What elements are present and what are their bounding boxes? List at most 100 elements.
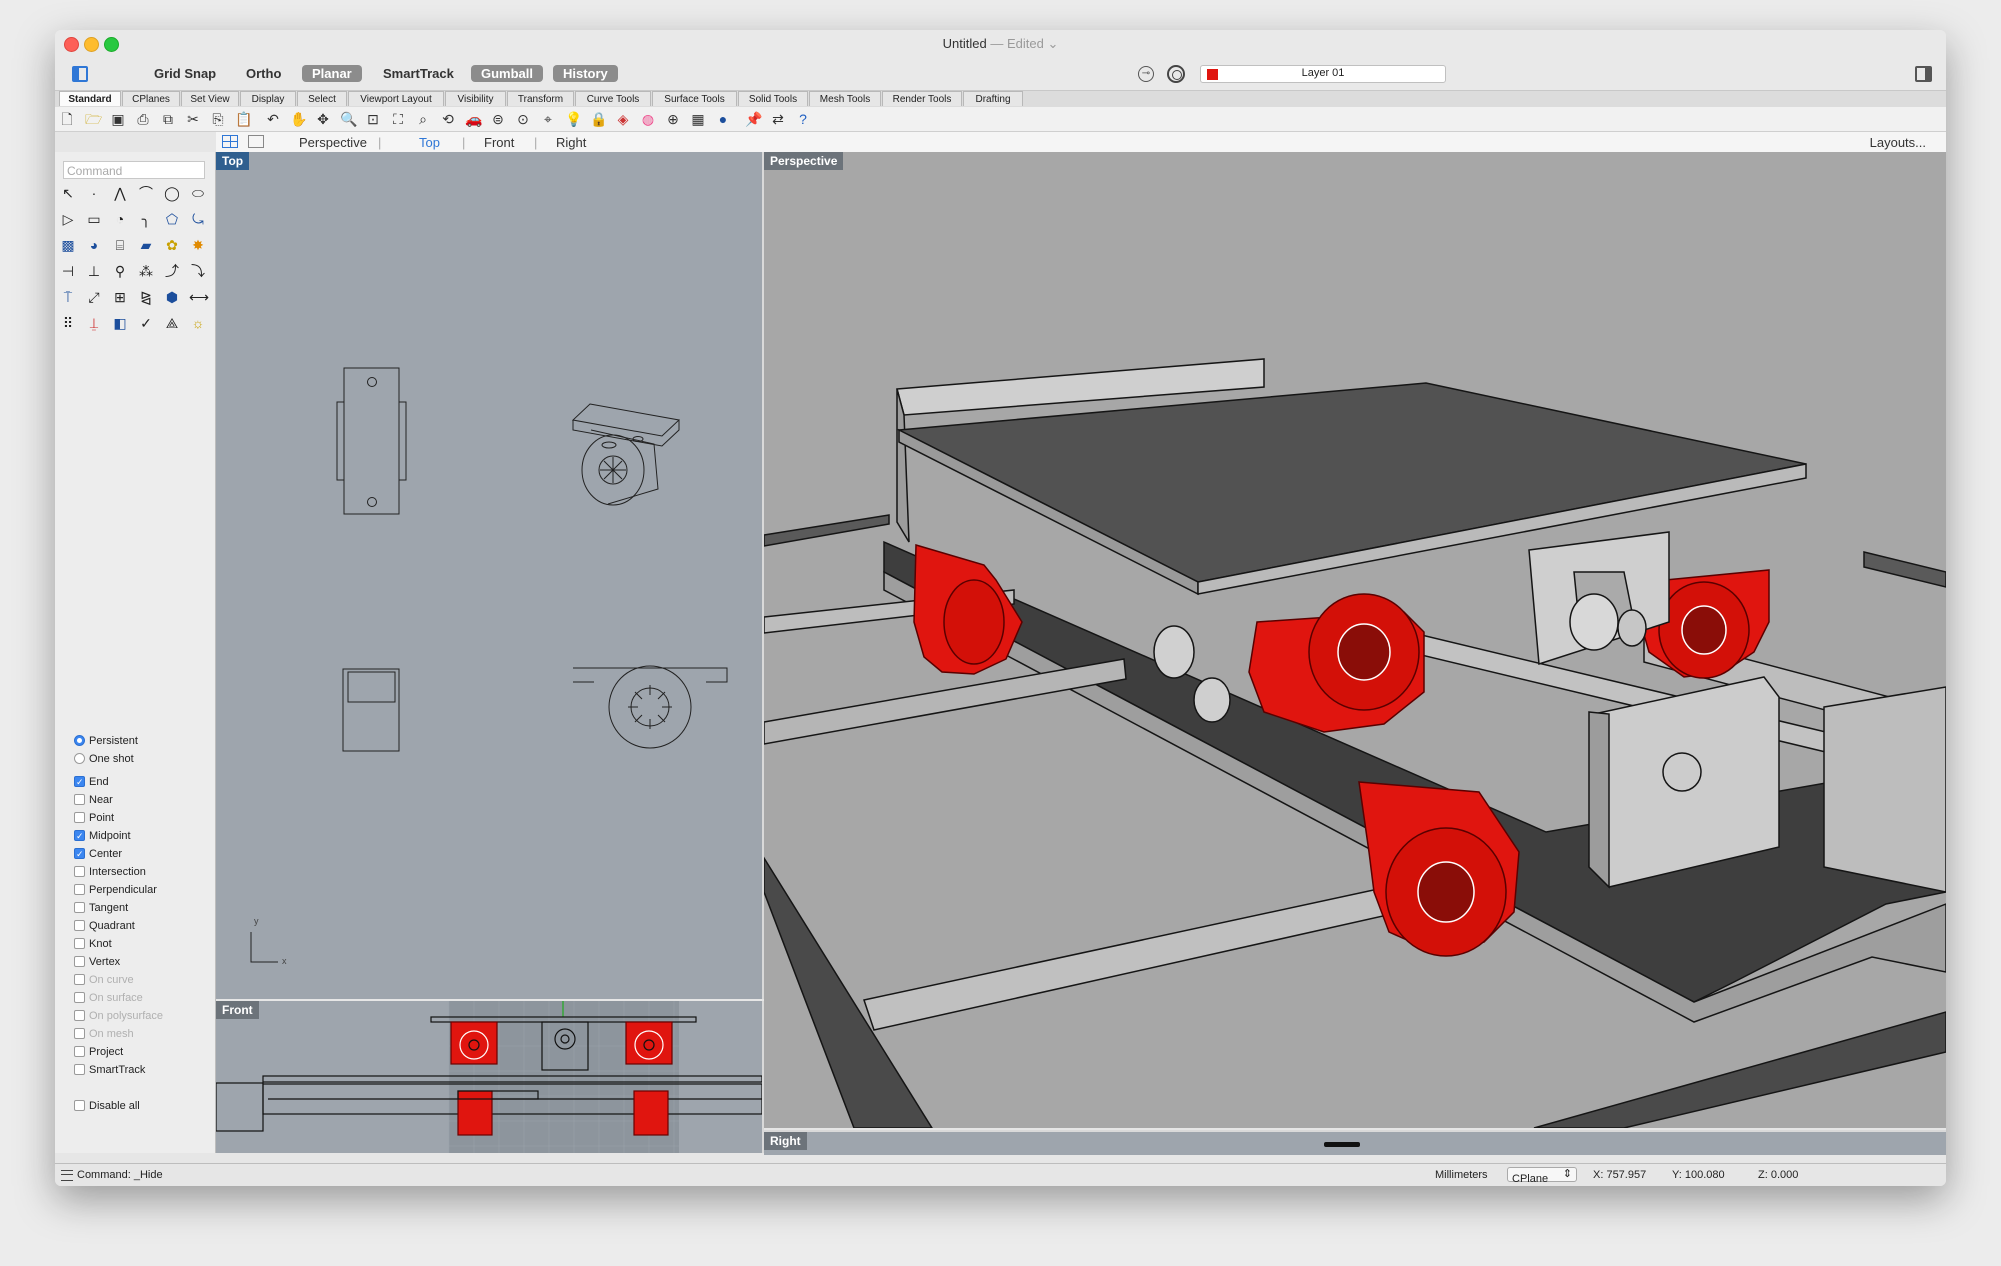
tab-viewport-layout[interactable]: Viewport Layout [348,91,444,106]
save-icon[interactable]: ▣ [110,111,126,127]
tab-set-view[interactable]: Set View [181,91,239,106]
new-file-icon[interactable]: 🗋 [59,111,75,127]
material-icon[interactable]: ◈ [615,111,631,127]
rotate-view-icon[interactable]: ✥ [315,111,331,127]
plane-icon[interactable]: ▰ [137,236,155,254]
target-icon[interactable] [1167,65,1185,83]
fillet-icon[interactable]: ╮ [137,210,155,228]
chamfer-icon[interactable]: ⤵ [189,262,207,280]
cylinder-icon[interactable]: ⌸ [111,236,129,254]
lock-icon[interactable]: 🔒 [590,111,607,127]
scale-icon[interactable]: ⤢ [85,288,103,306]
sphere-icon[interactable]: ● [715,111,731,127]
perspective-viewport[interactable]: Perspective [764,152,1946,1128]
boolean-icon[interactable]: ✸ [189,236,207,254]
sun-icon[interactable]: ☼ [189,314,207,332]
car-icon[interactable]: 🚗 [465,111,482,127]
box-icon[interactable]: ▩ [59,236,77,254]
mesh-icon[interactable]: ◧ [111,314,129,332]
zoom-extents-icon[interactable]: ⛶ [390,111,406,127]
color-wheel-icon[interactable]: ◍ [640,111,656,127]
point-icon[interactable]: · [85,184,103,202]
tab-solid-tools[interactable]: Solid Tools [738,91,808,106]
smarttrack-toggle[interactable]: SmartTrack [373,65,464,82]
planar-toggle[interactable]: Planar [302,65,362,82]
tab-cplanes[interactable]: CPlanes [122,91,180,106]
front-viewport[interactable]: Front [216,1001,764,1153]
pin-icon[interactable]: 📌 [745,111,762,127]
panels-toggle-icon[interactable] [1915,66,1932,82]
extrude-icon[interactable]: ✿ [163,236,181,254]
gumball-toggle[interactable]: Gumball [471,65,544,82]
dimension-icon[interactable]: ⇄ [770,111,786,127]
polyline-icon[interactable]: ⋀ [111,184,129,202]
check-icon[interactable]: ✓ [137,314,155,332]
array-icon[interactable]: ⊞ [111,288,129,306]
help-icon[interactable]: ? [795,111,811,127]
sidebar-toggle-icon[interactable] [72,66,88,82]
dimension-tool-icon[interactable]: ⟷ [189,288,209,306]
history-toggle[interactable]: History [553,65,618,82]
split-icon[interactable]: ⊥ [85,262,103,280]
zoom-icon[interactable]: 🔍 [340,111,357,127]
tab-render-tools[interactable]: Render Tools [882,91,962,106]
tab-display[interactable]: Display [240,91,296,106]
mirror-icon[interactable]: ⧎ [137,288,155,306]
move-icon[interactable]: ⍑ [59,288,77,306]
tab-mesh-tools[interactable]: Mesh Tools [809,91,881,106]
top-viewport[interactable]: Top y x [216,152,764,999]
zoom-selected-icon[interactable]: ⌕ [415,111,431,127]
paste-icon[interactable]: 📋 [235,111,252,127]
open-file-icon[interactable]: 🗁 [85,111,102,127]
wireframe-sphere-icon[interactable]: ⊕ [665,111,681,127]
blend-icon[interactable]: ⤴ [163,262,181,280]
camera-icon[interactable]: ⊜ [490,111,506,127]
right-viewport-label[interactable]: Right [764,1132,807,1150]
grid-array-icon[interactable]: ⠿ [59,314,77,332]
print-icon[interactable]: ⎙ [135,111,151,127]
named-view-icon[interactable]: ⟲ [440,111,456,127]
tab-curve-tools[interactable]: Curve Tools [575,91,651,106]
layer-selector[interactable]: Layer 01 [1200,65,1446,83]
select-arrow-icon[interactable]: ↖ [59,184,77,202]
four-viewports-icon[interactable] [222,135,238,148]
command-line[interactable]: Command: _Hide [77,1169,163,1181]
rectangle-icon[interactable]: ▭ [85,210,103,228]
tab-surface-tools[interactable]: Surface Tools [652,91,737,106]
viewport-tab-perspective[interactable]: Perspective [299,135,367,150]
edited-indicator[interactable]: — Edited ⌄ [990,36,1058,51]
circle-icon[interactable]: ◯ [163,184,181,202]
tab-visibility[interactable]: Visibility [445,91,506,106]
record-icon[interactable]: ⊸ [1138,66,1154,82]
pan-icon[interactable]: ✋ [290,111,307,127]
explode-icon[interactable]: ⁂ [137,262,155,280]
perspective-viewport-label[interactable]: Perspective [764,152,844,170]
viewport-tab-top[interactable]: Top [419,135,440,150]
measure-icon[interactable]: ⟁ [163,314,181,332]
undo-icon[interactable]: ↶ [265,111,281,127]
light-icon[interactable]: 💡 [565,111,582,127]
command-input[interactable]: Command [63,161,205,179]
tab-standard[interactable]: Standard [59,91,121,106]
sweep-icon[interactable]: ⤿ [189,210,207,228]
viewport-tab-front[interactable]: Front [484,135,514,150]
solid-icon[interactable]: ⬢ [163,288,181,306]
analyze-icon[interactable]: ⍊ [85,314,103,332]
tab-select[interactable]: Select [297,91,347,106]
right-viewport[interactable]: Right [764,1130,1946,1155]
join-icon[interactable]: ⚲ [111,262,129,280]
polygon-icon[interactable]: ▷ [59,210,77,228]
tab-drafting[interactable]: Drafting [963,91,1023,106]
select-icon[interactable]: ⊙ [515,111,531,127]
viewport-tab-right[interactable]: Right [556,135,586,150]
export-icon[interactable]: ⧉ [160,111,176,127]
cplane-select[interactable]: CPlane ⇕ [1507,1167,1577,1185]
command-history-icon[interactable] [61,1170,73,1181]
curve-icon[interactable]: ⌒ [137,184,155,202]
offset-icon[interactable]: ⬠ [163,210,181,228]
ortho-toggle[interactable]: Ortho [236,65,291,82]
layouts-button[interactable]: Layouts... [1870,135,1926,150]
render-icon[interactable]: ▦ [690,111,706,127]
trim-icon[interactable]: ⊣ [59,262,77,280]
grid-snap-toggle[interactable]: Grid Snap [144,65,226,82]
